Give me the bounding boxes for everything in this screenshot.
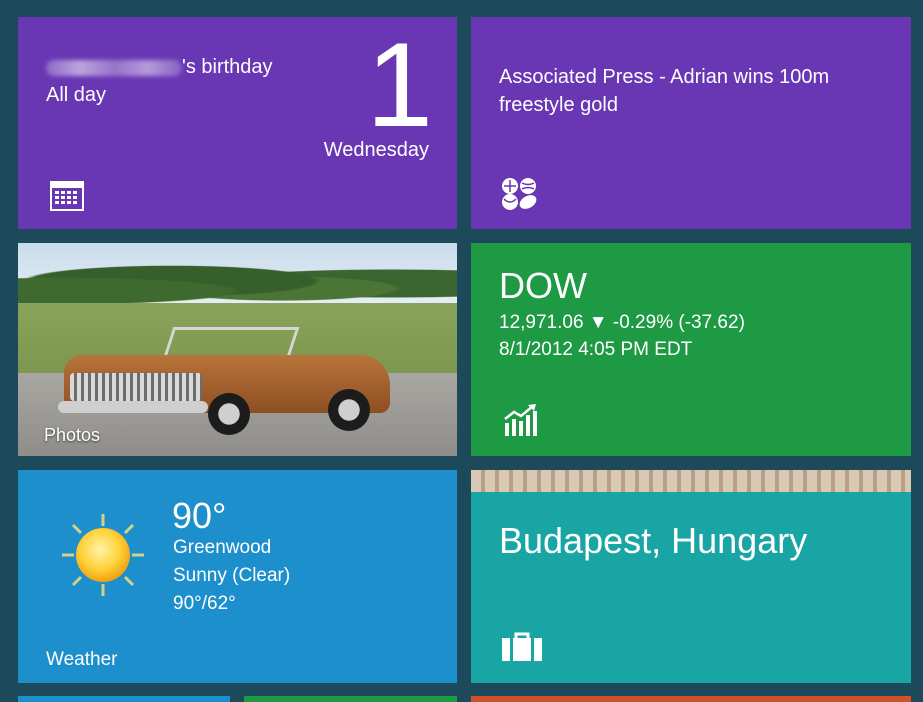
event-time: All day	[46, 84, 107, 106]
weather-high-low: 90°/62°	[173, 593, 236, 614]
sports-tile[interactable]: Associated Press - Adrian wins 100m free…	[471, 17, 911, 229]
headline-line-2: freestyle gold	[499, 94, 618, 116]
weekday: Wednesday	[323, 139, 429, 161]
photos-label: Photos	[44, 425, 101, 445]
travel-destination: Budapest, Hungary	[499, 520, 808, 561]
photos-tile[interactable]: Photos	[18, 243, 457, 456]
calendar-icon	[50, 181, 84, 211]
calendar-tile[interactable]: 's birthday All day 1 Wednesday	[18, 17, 457, 229]
redacted-name	[46, 59, 182, 76]
next-tile-partial[interactable]	[18, 696, 230, 702]
index-name: DOW	[499, 265, 587, 306]
weather-location: Greenwood	[173, 537, 272, 558]
next-tile-partial[interactable]	[471, 696, 911, 702]
weather-condition: Sunny (Clear)	[173, 565, 291, 586]
event-suffix: 's birthday	[182, 56, 273, 78]
next-tile-partial[interactable]	[244, 696, 457, 702]
event-title: 's birthday	[46, 53, 273, 81]
index-timestamp: 8/1/2012 4:05 PM EDT	[499, 339, 693, 360]
sports-icon	[502, 178, 537, 210]
weather-tile[interactable]: 90° Greenwood Sunny (Clear) 90°/62° Weat…	[18, 470, 457, 683]
chart-icon	[504, 404, 537, 436]
travel-tile[interactable]: Budapest, Hungary	[471, 470, 911, 683]
headline-line-1: Associated Press - Adrian wins 100m	[499, 66, 830, 88]
index-value: 12,971.06 ▼ -0.29% (-37.62)	[499, 312, 745, 333]
day-number: 1	[366, 18, 433, 152]
suitcase-icon	[502, 632, 542, 661]
sun-icon	[62, 514, 144, 596]
weather-label: Weather	[46, 649, 118, 670]
weather-temperature: 90°	[172, 495, 227, 536]
travel-photo-strip	[471, 470, 911, 492]
finance-tile[interactable]: DOW 12,971.06 ▼ -0.29% (-37.62) 8/1/2012…	[471, 243, 911, 456]
